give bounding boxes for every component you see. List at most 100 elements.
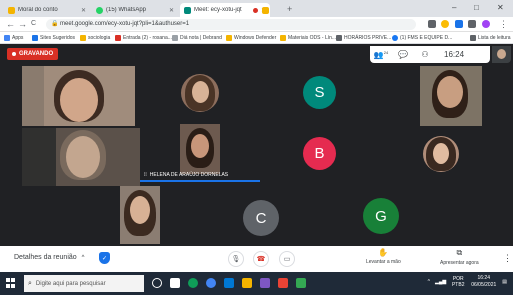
present-now-button[interactable]: ⧉ Apresentar agora: [440, 248, 479, 266]
participant-avatar-c[interactable]: C: [243, 200, 279, 236]
star-icon[interactable]: [441, 20, 449, 28]
url-text: meet.google.com/ecy-xotu-jqt?pli=1&authu…: [60, 21, 190, 27]
photos-icon[interactable]: [260, 278, 270, 288]
back-button[interactable]: ←: [6, 18, 15, 30]
minimize-button[interactable]: –: [452, 2, 456, 14]
camera-button[interactable]: ▭: [279, 251, 295, 267]
tab-favicon: [262, 6, 269, 14]
face: [130, 196, 150, 224]
face: [60, 78, 98, 122]
bookmark-item[interactable]: Windows Defender: [226, 33, 276, 43]
bookmarks-bar: Apps Sites Sugeridos sociologia Entrada …: [0, 32, 513, 44]
windows-taskbar: ⌕ Digite aqui para pesquisar ^ ▂▄▆ POR P…: [0, 272, 513, 295]
language-indicator[interactable]: POR PTB2: [451, 276, 465, 288]
file-explorer-icon[interactable]: [242, 278, 252, 288]
chrome-icon[interactable]: [206, 278, 216, 288]
folder-icon: [80, 35, 86, 41]
taskbar-search-input[interactable]: ⌕ Digite aqui para pesquisar: [24, 275, 144, 292]
taskbar-clock[interactable]: 16:24 06/05/2021: [471, 275, 496, 289]
bookmark-item[interactable]: Materiais ODS - Lín...: [280, 33, 336, 43]
network-icon[interactable]: ▂▄▆: [435, 279, 446, 285]
bookmark-item[interactable]: Entrada (2) - rosana...: [115, 33, 172, 43]
participant-avatar-b[interactable]: B: [303, 137, 336, 170]
participant-avatar-g[interactable]: G: [363, 198, 399, 234]
security-shield-icon[interactable]: ✓: [99, 252, 110, 264]
reading-list-icon: [470, 35, 476, 41]
recording-badge: GRAVANDO: [7, 48, 59, 60]
meet-top-panel: 👥24 💬 ⚇ 16:24: [370, 46, 490, 63]
self-view-thumbnail[interactable]: [492, 46, 511, 63]
forward-button[interactable]: →: [18, 18, 27, 30]
close-tab-icon[interactable]: ✕: [169, 7, 174, 14]
participant-video-tile[interactable]: [120, 186, 160, 244]
participant-video-tile-speaker[interactable]: [180, 124, 220, 174]
tab-moral-do-conto[interactable]: Moral do conto ✕: [4, 3, 90, 17]
phone-end-icon: ☎: [256, 256, 266, 263]
folder-icon: [280, 35, 286, 41]
new-tab-button[interactable]: +: [287, 3, 292, 15]
notification-icon[interactable]: ▤: [502, 279, 507, 285]
edge-icon[interactable]: [188, 278, 198, 288]
whatsapp-icon: [96, 6, 103, 14]
maximize-button[interactable]: □: [474, 2, 479, 14]
task-view-icon[interactable]: [170, 278, 180, 288]
active-speaker-indicator: [140, 180, 260, 182]
participant-avatar-s[interactable]: S: [303, 76, 336, 109]
bookmark-item[interactable]: (1) FMS E EQUIPE D...: [392, 33, 452, 43]
participant-video-tile[interactable]: [420, 66, 482, 126]
participant-video-tile[interactable]: [22, 128, 140, 186]
face: [433, 143, 449, 164]
bookmark-reading-list[interactable]: Lista de leitura: [470, 33, 511, 43]
hang-up-button[interactable]: ☎: [253, 251, 269, 267]
tab-meet[interactable]: Meet: ecy-xotu-jqt ✕: [180, 3, 270, 17]
tab-extra[interactable]: [258, 3, 284, 17]
close-tab-icon[interactable]: ✕: [81, 7, 86, 14]
audio-level-icon: ⁞⁞: [144, 172, 147, 178]
chat-icon[interactable]: 💬: [392, 50, 414, 59]
gmail-icon: [115, 35, 121, 41]
bookmark-item[interactable]: HORÁRIOS PRIVE...: [336, 33, 391, 43]
tab-title: Meet: ecy-xotu-jqt: [194, 7, 242, 13]
microphone-button[interactable]: 🎙: [228, 251, 244, 267]
more-options-icon[interactable]: ⋮: [503, 253, 512, 264]
dark-wall: [22, 128, 56, 186]
tab-whatsapp[interactable]: (15) WhatsApp ✕: [92, 3, 178, 17]
participant-photo-avatar[interactable]: [181, 74, 219, 112]
record-icon: [12, 52, 16, 56]
bookmark-item[interactable]: sociologia: [80, 33, 110, 43]
participant-video-tile[interactable]: [22, 66, 135, 126]
store-icon[interactable]: [224, 278, 234, 288]
participant-photo-avatar[interactable]: [423, 136, 459, 172]
bookmark-icon: [336, 35, 342, 41]
bookmark-apps[interactable]: Apps: [4, 33, 23, 43]
hand-icon: ✋: [378, 248, 389, 257]
extension-icon[interactable]: [428, 20, 436, 28]
people-icon[interactable]: 👥24: [370, 50, 392, 60]
background-wall: [22, 66, 44, 126]
extension-icon[interactable]: [455, 20, 463, 28]
bookmark-item[interactable]: Diá nota | Debrand: [172, 33, 222, 43]
facebook-icon: [392, 35, 398, 41]
activities-icon[interactable]: ⚇: [414, 50, 436, 59]
browser-tab-bar: Moral do conto ✕ (15) WhatsApp ✕ Meet: e…: [0, 0, 513, 17]
raise-hand-button[interactable]: ✋ Levantar a mão: [366, 248, 401, 265]
tab-title: (15) WhatsApp: [106, 7, 147, 13]
url-input[interactable]: 🔒 meet.google.com/ecy-xotu-jqt?pli=1&aut…: [46, 19, 416, 30]
windows-start-button[interactable]: [6, 278, 16, 288]
meeting-clock: 16:24: [444, 50, 465, 59]
reload-button[interactable]: C: [31, 18, 36, 30]
bookmark-item[interactable]: Sites Sugeridos: [32, 33, 75, 43]
meeting-details-button[interactable]: Detalhes da reunião ^: [14, 254, 84, 261]
app-icon[interactable]: [278, 278, 288, 288]
close-window-button[interactable]: ✕: [497, 2, 504, 14]
puzzle-icon[interactable]: [468, 20, 476, 28]
cortana-icon[interactable]: [152, 278, 162, 288]
chevron-up-icon[interactable]: ^: [428, 279, 430, 285]
profile-avatar[interactable]: [482, 20, 490, 28]
face: [437, 76, 463, 108]
app-icon[interactable]: [296, 278, 306, 288]
browser-menu-icon[interactable]: ⋮: [499, 18, 508, 30]
camera-icon: ▭: [283, 256, 291, 263]
tab-title: Moral do conto: [18, 7, 58, 13]
face: [497, 49, 506, 59]
